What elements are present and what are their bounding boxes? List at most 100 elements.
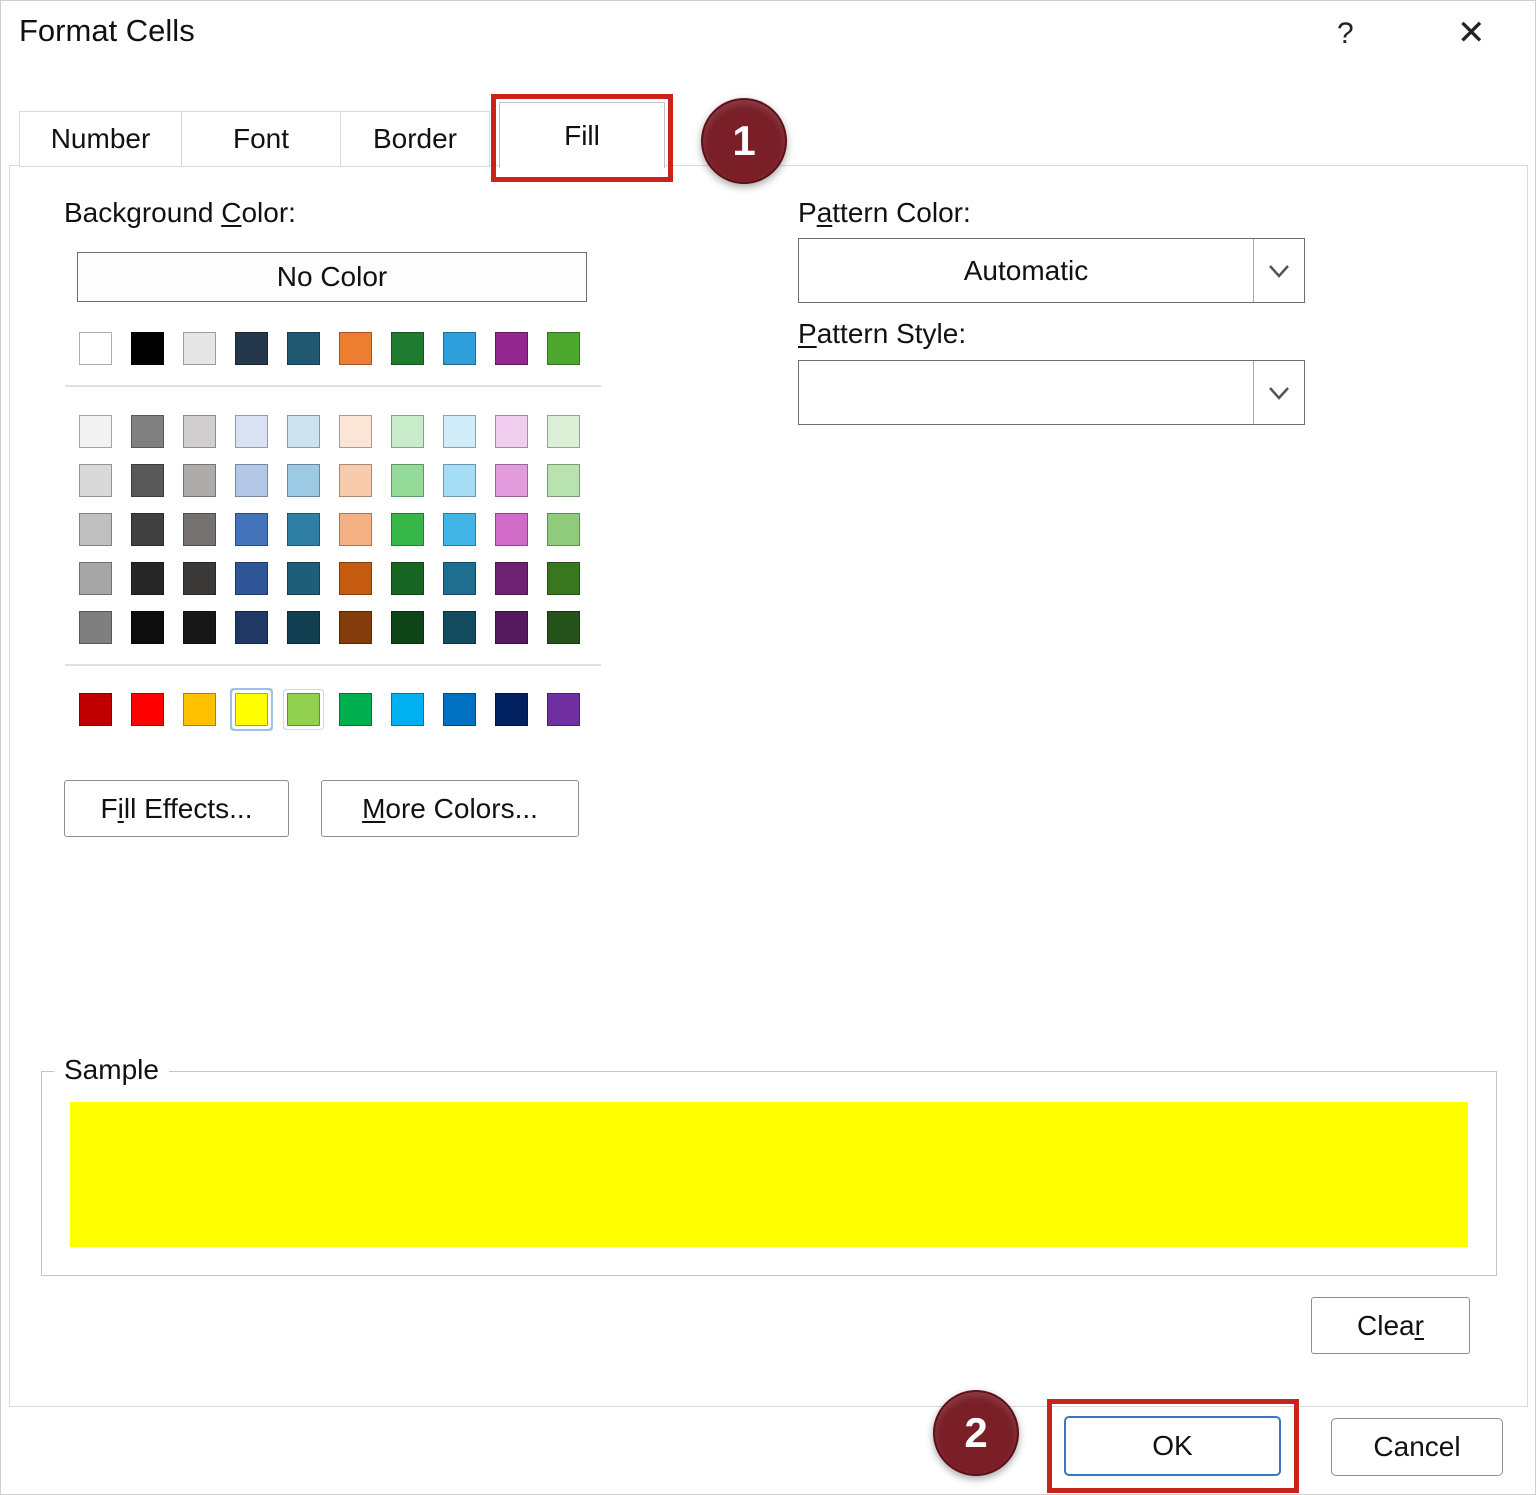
color-swatch-7f7f7f[interactable] [79, 611, 112, 644]
ok-button[interactable]: OK [1064, 1416, 1281, 1476]
color-swatch-262626[interactable] [131, 562, 164, 595]
color-swatch-f0cdee[interactable] [495, 415, 528, 448]
color-swatch-dcf0d8[interactable] [547, 415, 580, 448]
chevron-down-icon[interactable] [1253, 361, 1304, 424]
color-swatch-2e7fa3[interactable] [287, 513, 320, 546]
color-swatch-d9e2f3[interactable] [235, 415, 268, 448]
color-swatch-1f3864[interactable] [235, 611, 268, 644]
color-swatch-93268f[interactable] [495, 332, 528, 365]
color-swatch-ffff00[interactable] [235, 693, 268, 726]
fill-effects-button[interactable]: Fill Effects... [64, 780, 289, 837]
color-swatch-c9eccb[interactable] [391, 415, 424, 448]
color-swatch-3b3838[interactable] [183, 562, 216, 595]
color-swatch-bfbfbf[interactable] [79, 513, 112, 546]
chevron-down-icon[interactable] [1253, 239, 1304, 302]
color-swatch-181717[interactable] [183, 611, 216, 644]
color-swatch-d0cece[interactable] [183, 415, 216, 448]
color-swatch-e29bdd[interactable] [495, 464, 528, 497]
color-swatch-176523[interactable] [391, 562, 424, 595]
color-swatch-41b6e6[interactable] [443, 513, 476, 546]
no-color-button[interactable]: No Color [77, 252, 587, 302]
close-icon[interactable]: ✕ [1457, 13, 1486, 53]
color-swatch-e7e6e6[interactable] [183, 332, 216, 365]
color-swatch-843c0c[interactable] [339, 611, 372, 644]
fill-effects-button-label: Fill Effects... [101, 793, 253, 825]
color-swatch-24374b[interactable] [235, 332, 268, 365]
color-swatch-b4c7e7[interactable] [235, 464, 268, 497]
color-swatch-c55a11[interactable] [339, 562, 372, 595]
more-colors-button[interactable]: More Colors... [321, 780, 579, 837]
color-swatch-2e9fda[interactable] [443, 332, 476, 365]
color-swatch-8fcb7b[interactable] [547, 513, 580, 546]
color-swatch-4ea72e[interactable] [547, 332, 580, 365]
tab-number-label: Number [51, 123, 151, 155]
tab-number[interactable]: Number [19, 111, 182, 167]
help-icon[interactable]: ? [1337, 17, 1354, 51]
color-swatch-f8cbad[interactable] [339, 464, 372, 497]
annotation-badge-2: 2 [933, 1390, 1019, 1476]
color-swatch-0e4417[interactable] [391, 611, 424, 644]
color-swatch-767171[interactable] [183, 513, 216, 546]
color-swatch-2f5597[interactable] [235, 562, 268, 595]
color-swatch-9cc9e4[interactable] [287, 464, 320, 497]
color-swatch-a6ddf6[interactable] [443, 464, 476, 497]
color-swatch-a6a6a6[interactable] [79, 562, 112, 595]
color-swatch-00b0f0[interactable] [391, 693, 424, 726]
color-swatch-1f5870[interactable] [287, 332, 320, 365]
color-swatch-d06bc8[interactable] [495, 513, 528, 546]
color-swatch-fbe5d6[interactable] [339, 415, 372, 448]
color-swatch-f4b183[interactable] [339, 513, 372, 546]
cancel-button-label: Cancel [1373, 1431, 1460, 1463]
color-swatch-ffc000[interactable] [183, 693, 216, 726]
pattern-style-dropdown[interactable] [798, 360, 1305, 425]
tab-border-label: Border [373, 123, 457, 155]
cancel-button[interactable]: Cancel [1331, 1418, 1503, 1476]
color-swatch-808080[interactable] [131, 415, 164, 448]
clear-button[interactable]: Clear [1311, 1297, 1470, 1354]
color-swatch-aeabab[interactable] [183, 464, 216, 497]
color-swatch-94db9a[interactable] [391, 464, 424, 497]
color-swatch-4374b9[interactable] [235, 513, 268, 546]
color-swatch-38771f[interactable] [547, 562, 580, 595]
color-swatch-00b050[interactable] [339, 693, 372, 726]
annotation-badge-2-number: 2 [964, 1409, 987, 1457]
ok-button-label: OK [1152, 1430, 1192, 1462]
color-swatch-1f5e78[interactable] [287, 562, 320, 595]
color-swatch-d2edfa[interactable] [443, 415, 476, 448]
color-swatch-f2f2f2[interactable] [79, 415, 112, 448]
color-swatch-123f52[interactable] [287, 611, 320, 644]
color-swatch-ed7d31[interactable] [339, 332, 372, 365]
annotation-badge-1-number: 1 [732, 117, 755, 165]
color-swatch-000000[interactable] [131, 332, 164, 365]
background-color-label: Background Color: [64, 197, 296, 229]
color-swatch-92d050[interactable] [287, 693, 320, 726]
sample-groupbox: Sample [41, 1071, 1497, 1276]
tab-fill[interactable]: Fill [499, 102, 665, 168]
color-swatch-ff0000[interactable] [131, 693, 164, 726]
color-swatch-7030a0[interactable] [547, 693, 580, 726]
color-swatch-37b747[interactable] [391, 513, 424, 546]
color-swatch-cde4f0[interactable] [287, 415, 320, 448]
color-swatch-404040[interactable] [131, 513, 164, 546]
color-swatch-c00000[interactable] [79, 693, 112, 726]
pattern-color-dropdown[interactable]: Automatic [798, 238, 1305, 303]
color-swatch-25511a[interactable] [547, 611, 580, 644]
pattern-color-label: Pattern Color: [798, 197, 971, 229]
color-swatch-0d0d0d[interactable] [131, 611, 164, 644]
color-swatch-6f2173[interactable] [495, 562, 528, 595]
more-colors-button-label: More Colors... [362, 793, 538, 825]
color-swatch-551a5e[interactable] [495, 611, 528, 644]
color-swatch-1f6e8f[interactable] [443, 562, 476, 595]
color-swatch-124a60[interactable] [443, 611, 476, 644]
color-swatch-d9d9d9[interactable] [79, 464, 112, 497]
label-part: olor: [241, 197, 295, 228]
color-swatch-0070c0[interactable] [443, 693, 476, 726]
color-swatch-1e7b2f[interactable] [391, 332, 424, 365]
tab-font[interactable]: Font [181, 111, 341, 167]
color-swatch-b9e2b1[interactable] [547, 464, 580, 497]
color-swatch-002060[interactable] [495, 693, 528, 726]
tab-border[interactable]: Border [340, 111, 490, 167]
palette-separator [65, 385, 601, 387]
color-swatch-595959[interactable] [131, 464, 164, 497]
color-swatch-ffffff[interactable] [79, 332, 112, 365]
